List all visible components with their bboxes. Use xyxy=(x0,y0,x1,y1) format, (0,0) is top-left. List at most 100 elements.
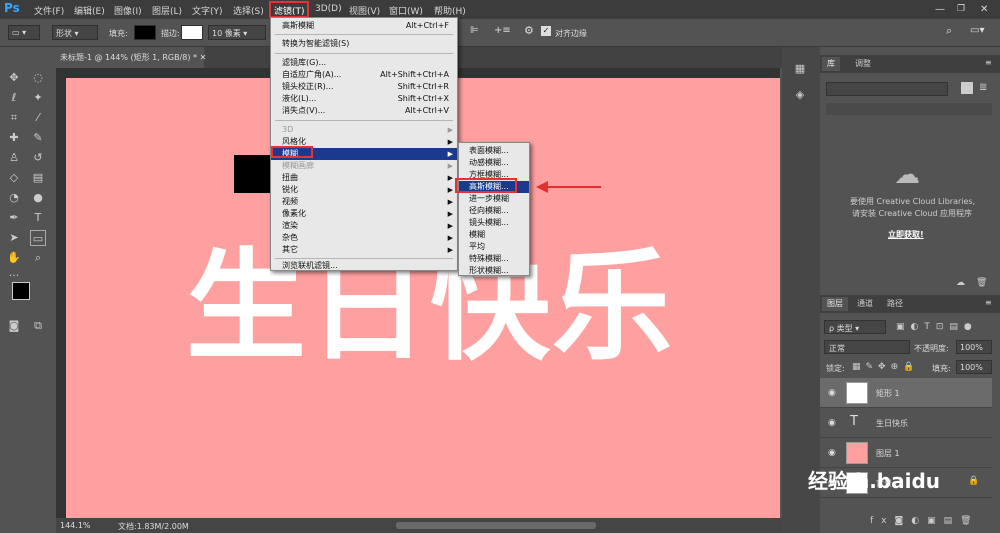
lock-icons[interactable]: ▦✎✥⊕🔒 xyxy=(852,362,919,372)
submenu-item-average[interactable]: 平均 xyxy=(459,241,529,253)
opacity-field[interactable]: 100% xyxy=(956,340,992,354)
menu-item-video[interactable]: 视频 ▶ xyxy=(271,196,457,208)
brush-tool-icon[interactable]: ✎ xyxy=(30,130,46,146)
zoom-tool-icon[interactable]: ⌕ xyxy=(30,250,46,266)
layer-filter-kind[interactable]: ρ 类型 ▾ xyxy=(824,320,886,334)
tool-preset-picker[interactable]: ▭ ▾ xyxy=(8,25,40,40)
menu-item-sharpen[interactable]: 锐化 ▶ xyxy=(271,184,457,196)
submenu-item-blur-more[interactable]: 进一步模糊 xyxy=(459,193,529,205)
list-view-icon[interactable]: ≣ xyxy=(979,82,991,94)
crop-tool-icon[interactable]: ⌗ xyxy=(6,110,22,126)
tab-layers[interactable]: 图层 xyxy=(822,297,848,311)
blur-tool-icon[interactable]: ◔ xyxy=(6,190,22,206)
tab-channels[interactable]: 通道 xyxy=(852,297,878,311)
menu-type[interactable]: 文字(Y) xyxy=(192,4,223,17)
submenu-item-surface-blur[interactable]: 表面模糊... xyxy=(459,145,529,157)
submenu-item-lens-blur[interactable]: 镜头模糊... xyxy=(459,217,529,229)
eye-icon[interactable]: ◉ xyxy=(828,388,836,398)
menu-item-smart-filter[interactable]: 转换为智能滤镜(S) xyxy=(271,38,457,50)
menu-item-filter-gallery[interactable]: 滤镜库(G)... xyxy=(271,57,457,69)
gradient-icon[interactable]: ▤ xyxy=(30,170,46,186)
close-icon[interactable]: ✕ xyxy=(980,4,988,15)
cc-get-link[interactable]: 立即获取! xyxy=(888,229,924,240)
eyedropper-icon[interactable]: ⁄ xyxy=(30,110,46,126)
eraser-icon[interactable]: ◇ xyxy=(6,170,22,186)
menu-item-other[interactable]: 其它 ▶ xyxy=(271,244,457,256)
foreground-color[interactable] xyxy=(12,282,30,300)
layer-row-rectangle[interactable]: ◉ 矩形 1 xyxy=(820,378,992,408)
horizontal-scrollbar[interactable] xyxy=(396,522,596,529)
stroke-width-field[interactable]: 10 像素 ▾ xyxy=(208,25,266,40)
submenu-item-motion-blur[interactable]: 动感模糊... xyxy=(459,157,529,169)
properties-panel-icon[interactable]: ◈ xyxy=(792,87,808,103)
menu-item-blur-gallery[interactable]: 模糊画廊 ▶ xyxy=(271,160,457,172)
eye-icon[interactable]: ◉ xyxy=(828,418,836,428)
tab-paths[interactable]: 路径 xyxy=(882,297,908,311)
trash-icon[interactable]: 🗑 xyxy=(976,278,987,288)
blend-mode-select[interactable]: 正常 xyxy=(824,340,910,354)
layers-footer-icons[interactable]: fx◙◐▣▤🗑 xyxy=(870,516,980,526)
dodge-tool-icon[interactable]: ● xyxy=(30,190,46,206)
path-select-icon[interactable]: ➤ xyxy=(6,230,22,246)
menu-item-render[interactable]: 渲染 ▶ xyxy=(271,220,457,232)
menu-item-3d[interactable]: 3D ▶ xyxy=(271,124,457,136)
menu-help[interactable]: 帮助(H) xyxy=(434,4,466,17)
eye-icon[interactable]: ◉ xyxy=(828,448,836,458)
library-dropdown[interactable] xyxy=(826,82,948,96)
menu-item-last-filter[interactable]: 高斯模糊 Alt+Ctrl+F xyxy=(271,20,457,32)
menu-item-browse-online[interactable]: 浏览联机滤镜... xyxy=(271,260,457,272)
submenu-item-blur[interactable]: 模糊 xyxy=(459,229,529,241)
submenu-item-smart-blur[interactable]: 特殊模糊... xyxy=(459,253,529,265)
hand-tool-icon[interactable]: ✋ xyxy=(6,250,22,266)
grid-view-icon[interactable] xyxy=(961,82,973,94)
close-tab-icon[interactable]: ✕ xyxy=(200,53,207,62)
tab-library[interactable]: 库 xyxy=(822,57,840,71)
menu-window[interactable]: 窗口(W) xyxy=(389,4,423,17)
screen-mode-icon[interactable]: ⧉ xyxy=(30,318,46,334)
marquee-tool-icon[interactable]: ◌ xyxy=(30,70,46,86)
magic-wand-icon[interactable]: ✦ xyxy=(30,90,46,106)
fill-field[interactable]: 100% xyxy=(956,360,992,374)
document-tab[interactable]: 未标题-1 @ 144% (矩形 1, RGB/8) * ✕ xyxy=(56,47,207,68)
layer-row-layer1[interactable]: ◉ 图层 1 xyxy=(820,438,992,468)
menu-layer[interactable]: 图层(L) xyxy=(152,4,182,17)
history-panel-icon[interactable]: ▦ xyxy=(792,61,808,77)
move-tool-icon[interactable]: ✥ xyxy=(6,70,22,86)
clone-stamp-icon[interactable]: ♙ xyxy=(6,150,22,166)
lasso-tool-icon[interactable]: ℓ xyxy=(6,90,22,106)
menu-view[interactable]: 视图(V) xyxy=(349,4,380,17)
restore-icon[interactable]: ❐ xyxy=(957,4,965,14)
menu-edit[interactable]: 编辑(E) xyxy=(74,4,105,17)
menu-image[interactable]: 图像(I) xyxy=(114,4,142,17)
zoom-level[interactable]: 144.1% xyxy=(60,521,91,530)
layers-menu-icon[interactable]: ≡ xyxy=(980,297,997,311)
workspace-icon[interactable]: ▭▾ xyxy=(970,25,984,36)
layer-filter-icons[interactable]: ▣◐T⊡▤● xyxy=(896,322,978,332)
submenu-item-radial-blur[interactable]: 径向模糊... xyxy=(459,205,529,217)
menu-item-pixelate[interactable]: 像素化 ▶ xyxy=(271,208,457,220)
quick-mask-icon[interactable]: ◙ xyxy=(6,318,22,334)
gear-icon[interactable]: ⚙ xyxy=(524,24,534,37)
fill-swatch[interactable] xyxy=(134,25,156,40)
menu-item-adaptive-wide[interactable]: 自适应广角(A)... Alt+Shift+Ctrl+A xyxy=(271,69,457,81)
healing-brush-icon[interactable]: ✚ xyxy=(6,130,22,146)
library-search-field[interactable] xyxy=(826,103,992,115)
menu-item-liquify[interactable]: 液化(L)... Shift+Ctrl+X xyxy=(271,93,457,105)
history-brush-icon[interactable]: ↺ xyxy=(30,150,46,166)
menu-item-lens-correction[interactable]: 镜头校正(R)... Shift+Ctrl+R xyxy=(271,81,457,93)
menu-item-noise[interactable]: 杂色 ▶ xyxy=(271,232,457,244)
menu-3d[interactable]: 3D(D) xyxy=(315,4,342,14)
submenu-item-shape-blur[interactable]: 形状模糊... xyxy=(459,265,529,277)
type-tool-icon[interactable]: T xyxy=(30,210,46,226)
align-edges-checkbox[interactable]: ✓ xyxy=(541,26,551,36)
pen-tool-icon[interactable]: ✒ xyxy=(6,210,22,226)
menu-item-vanishing-point[interactable]: 消失点(V)... Alt+Ctrl+V xyxy=(271,105,457,117)
arrange-icon[interactable]: +≡ xyxy=(494,25,511,36)
search-icon[interactable]: ⌕ xyxy=(946,24,952,38)
shape-mode-select[interactable]: 形状 ▾ xyxy=(52,25,98,40)
menu-file[interactable]: 文件(F) xyxy=(34,4,64,17)
cc-sync-icon[interactable]: ☁ xyxy=(956,278,965,288)
rectangle-tool-icon[interactable]: ▭ xyxy=(30,230,46,246)
menu-select[interactable]: 选择(S) xyxy=(233,4,264,17)
tab-adjustments[interactable]: 调整 xyxy=(850,57,876,71)
